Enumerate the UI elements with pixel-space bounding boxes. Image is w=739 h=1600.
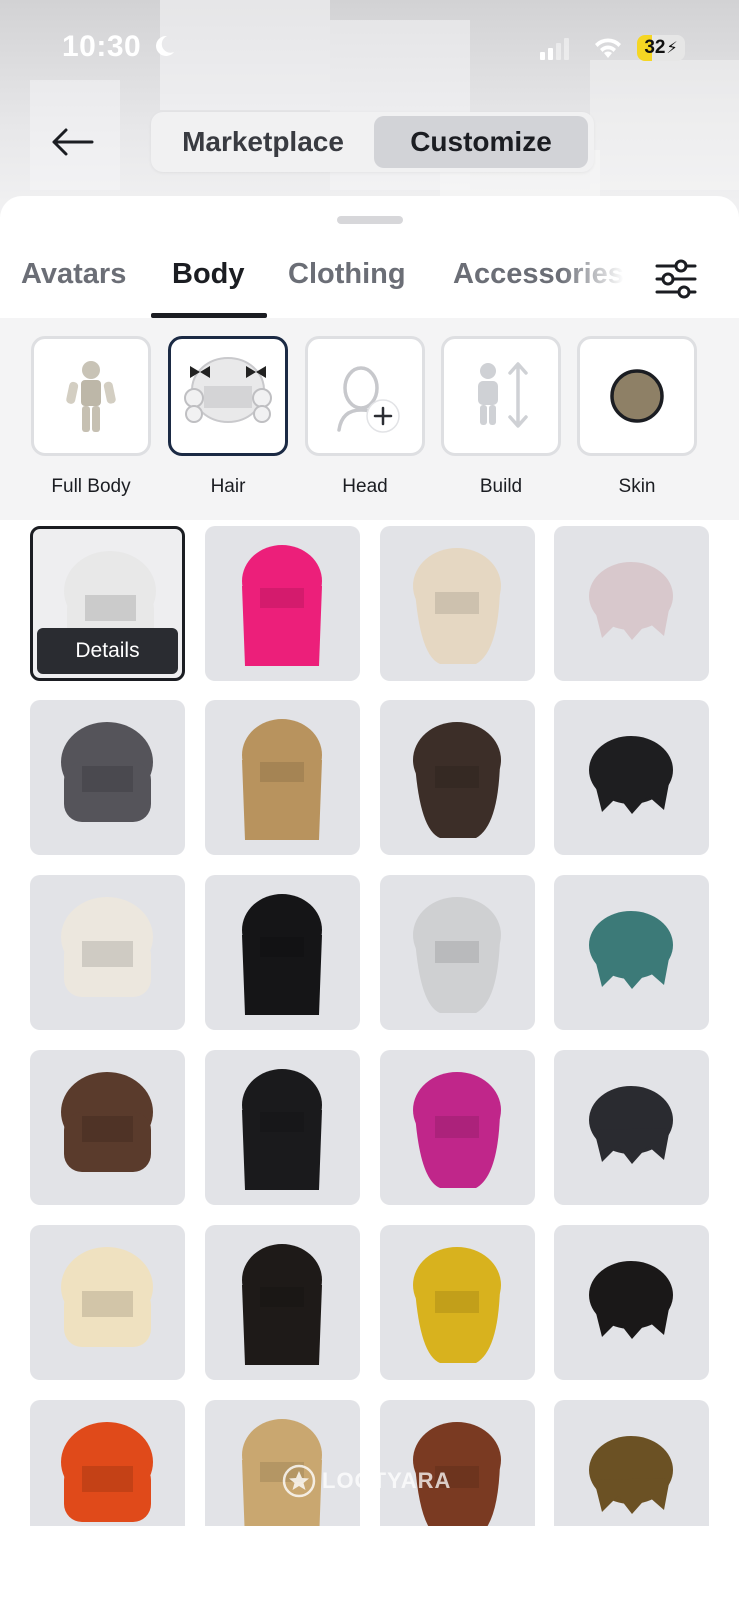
drag-handle[interactable] — [337, 216, 403, 224]
hair-thumbnail-icon — [61, 722, 153, 822]
hair-thumbnail-icon — [589, 1436, 673, 1514]
hair-item-silver-bob-hair[interactable] — [380, 875, 535, 1030]
status-bar: 10:30 32 ⚡ — [0, 0, 739, 100]
hair-item-pink-straight-hair[interactable] — [205, 526, 360, 681]
battery-level: 32 — [644, 37, 666, 58]
tab-body[interactable]: Body — [172, 258, 245, 291]
category-build[interactable]: Build — [441, 336, 561, 498]
hair-item-auburn-ponytail-hair[interactable] — [380, 1400, 535, 1526]
hair-thumbnail-icon — [61, 1247, 153, 1347]
full-body-icon — [66, 361, 116, 432]
hair-thumbnail-icon — [413, 722, 501, 838]
hair-thumbnail-icon — [413, 548, 501, 664]
watermark: LOOTYARA — [282, 1464, 451, 1498]
category-label: Skin — [618, 476, 656, 497]
hair-item-blonde-long-hair[interactable] — [205, 1400, 360, 1526]
hair-item-white-ringlets-hair[interactable] — [30, 875, 185, 1030]
marketplace-tab[interactable]: Marketplace — [157, 116, 369, 168]
body-category-row: Full Body Hair Head Build Skin — [0, 318, 739, 520]
category-hair[interactable]: Hair — [168, 336, 288, 498]
category-label: Head — [342, 476, 388, 497]
category-full-body[interactable]: Full Body — [31, 336, 151, 498]
hair-item-black-messy-hair[interactable] — [554, 1050, 709, 1205]
category-label: Full Body — [51, 476, 131, 497]
hair-item-yellow-spiky-hair[interactable] — [380, 1225, 535, 1380]
hair-item-brown-wavy-hair[interactable] — [380, 700, 535, 855]
hair-item-magenta-cat-hair[interactable] — [380, 1050, 535, 1205]
hair-thumbnail-icon — [242, 1244, 322, 1365]
charging-bolt-icon: ⚡ — [666, 40, 678, 57]
hair-thumbnail-icon — [61, 1072, 153, 1172]
hair-thumbnail-icon — [589, 1261, 673, 1339]
hair-thumbnail-icon — [242, 1069, 322, 1190]
watermark-text: LOOTYARA — [322, 1468, 452, 1493]
hair-thumbnail-icon — [589, 1086, 673, 1164]
hair-item-blonde-swept-hair[interactable] — [30, 1225, 185, 1380]
hair-thumbnail-icon — [413, 897, 501, 1013]
tabs-fade — [560, 248, 640, 308]
customize-tab[interactable]: Customize — [374, 116, 588, 168]
moon-icon — [156, 35, 174, 56]
hair-item-blonde-wavy-hair[interactable] — [380, 526, 535, 681]
hair-item-grey-pigtails-hair[interactable] — [30, 700, 185, 855]
category-head[interactable]: Head — [305, 336, 425, 498]
hair-thumbnail-icon — [242, 894, 322, 1015]
category-label: Hair — [210, 476, 246, 497]
hair-item-teal-layered-hair[interactable] — [554, 875, 709, 1030]
hair-item-orange-braided-hair[interactable] — [30, 1400, 185, 1526]
hair-item-black-short-hair[interactable] — [554, 700, 709, 855]
build-icon — [478, 362, 528, 428]
hair-thumbnail-icon — [413, 1072, 501, 1188]
battery-indicator: 32 ⚡ — [637, 35, 685, 61]
hair-thumbnail-icon — [242, 545, 322, 666]
hair-item-beanie-black-hair[interactable] — [554, 1225, 709, 1380]
hair-item-black-bow-hair[interactable] — [205, 1050, 360, 1205]
skin-swatch-icon — [610, 369, 664, 423]
tab-avatars[interactable]: Avatars — [21, 258, 126, 291]
hair-item-white-curly-bow-hair[interactable]: Details — [30, 526, 185, 681]
mode-switcher: Marketplace Customize — [151, 112, 594, 172]
hair-icon — [184, 357, 272, 423]
cellular-signal-icon — [540, 38, 569, 60]
hair-item-brown-ponytail-hair[interactable] — [30, 1050, 185, 1205]
hair-thumbnail-icon — [589, 736, 673, 814]
head-add-icon — [337, 366, 400, 433]
category-skin[interactable]: Skin — [577, 336, 697, 498]
hair-thumbnail-icon — [413, 1422, 501, 1526]
hair-thumbnail-icon — [589, 562, 673, 640]
hair-item-spiky-blonde-hair[interactable] — [205, 700, 360, 855]
hair-item-brown-bun-hair[interactable] — [554, 1400, 709, 1526]
hair-item-grid: Details — [0, 526, 739, 1526]
customize-sheet: Avatars Body Clothing Accessories Full B… — [0, 196, 739, 1600]
tab-clothing[interactable]: Clothing — [288, 258, 406, 291]
arrow-left-icon — [52, 128, 94, 156]
star-badge-icon — [282, 1464, 316, 1498]
category-tabs: Avatars Body Clothing Accessories — [0, 240, 739, 318]
hair-thumbnail-icon — [413, 1247, 501, 1363]
wifi-icon — [595, 38, 621, 58]
back-button[interactable] — [48, 118, 96, 166]
details-button[interactable]: Details — [37, 628, 178, 674]
hair-item-black-bob-hair[interactable] — [205, 875, 360, 1030]
hair-thumbnail-icon — [61, 897, 153, 997]
status-time: 10:30 — [62, 30, 142, 63]
hair-thumbnail-icon — [61, 1422, 153, 1522]
hair-thumbnail-icon — [589, 911, 673, 989]
category-label: Build — [479, 476, 523, 497]
hair-thumbnail-icon — [242, 1419, 322, 1526]
hair-item-silver-pigtails-hair[interactable] — [554, 526, 709, 681]
hair-item-black-sunglasses-hair[interactable] — [205, 1225, 360, 1380]
sliders-icon[interactable] — [653, 256, 699, 302]
hair-thumbnail-icon — [242, 719, 322, 840]
